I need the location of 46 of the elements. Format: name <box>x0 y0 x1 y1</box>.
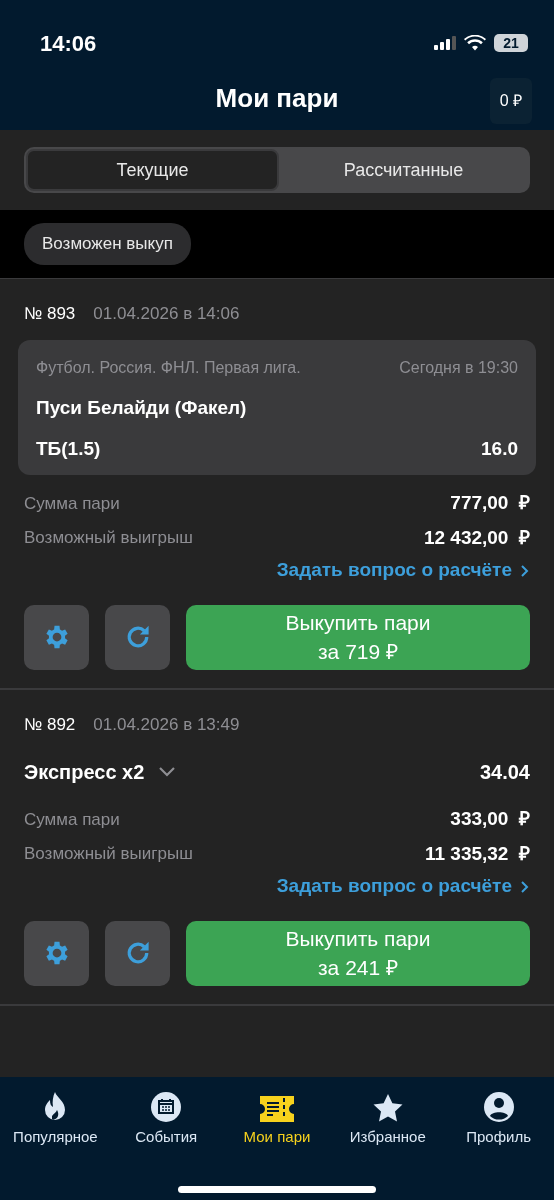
amount-value: 12 432,00 ₽ <box>423 525 530 550</box>
nav-tab[interactable]: Профиль <box>443 1089 554 1150</box>
bet-number: № 893 <box>24 302 76 325</box>
fire-icon <box>43 1092 68 1122</box>
amount-label: Возможный выигрыш <box>24 843 193 865</box>
nav-tab[interactable]: Мои пари <box>221 1089 333 1150</box>
market-name: ТБ(1.5) <box>36 436 101 461</box>
nav-tab[interactable]: События <box>110 1089 222 1150</box>
star-icon <box>372 1094 403 1122</box>
event-time: Сегодня в 19:30 <box>399 358 518 378</box>
bet-date: 01.04.2026 в 13:49 <box>93 713 240 736</box>
profile-icon <box>483 1092 514 1122</box>
balance-badge[interactable]: 0 ₽ <box>489 78 532 124</box>
wifi-icon <box>464 35 486 51</box>
amount-value: 333,00 ₽ <box>450 807 530 831</box>
bet-date: 01.04.2026 в 14:06 <box>93 302 240 325</box>
settings-button[interactable] <box>24 604 89 670</box>
amount-value: 11 335,32 ₽ <box>424 841 530 866</box>
settings-button[interactable] <box>24 920 89 986</box>
odds-value: 16.0 <box>481 436 518 461</box>
clock: 14:06 <box>40 29 97 58</box>
question-link[interactable]: Задать вопрос о расчёте <box>276 556 530 585</box>
amount-label: Сумма пари <box>24 492 120 515</box>
bet-number: № 892 <box>24 713 76 736</box>
page-title: Мои пари <box>215 81 339 115</box>
amount-value: 777,00 ₽ <box>450 491 530 515</box>
amount-label: Сумма пари <box>24 808 120 831</box>
express-toggle[interactable]: Экспресс x2 <box>24 757 177 787</box>
question-link[interactable]: Задать вопрос о расчёте <box>276 872 530 901</box>
ticket-icon <box>260 1096 294 1122</box>
league-name: Футбол. Россия. ФНЛ. Первая лига. <box>36 358 301 378</box>
battery-icon: 21 <box>494 34 528 52</box>
calendar-icon <box>151 1092 182 1122</box>
nav-tab[interactable]: Популярное <box>0 1089 111 1150</box>
amount-label: Возможный выигрыш <box>24 527 193 549</box>
tab[interactable]: Рассчитанные <box>279 149 528 191</box>
filter-chip[interactable]: Возможен выкуп <box>24 223 191 265</box>
chevron-icon <box>520 880 530 894</box>
odds-value: 34.04 <box>479 760 530 785</box>
tab[interactable]: Текущие <box>26 149 279 191</box>
selection-name: Пуси Белайди (Факел) <box>36 396 248 420</box>
nav-tab[interactable]: Избранное <box>332 1089 444 1150</box>
refresh-button[interactable] <box>105 920 170 986</box>
refresh-button[interactable] <box>105 604 170 670</box>
signal-icon <box>434 36 456 50</box>
chevron-icon <box>520 564 530 578</box>
